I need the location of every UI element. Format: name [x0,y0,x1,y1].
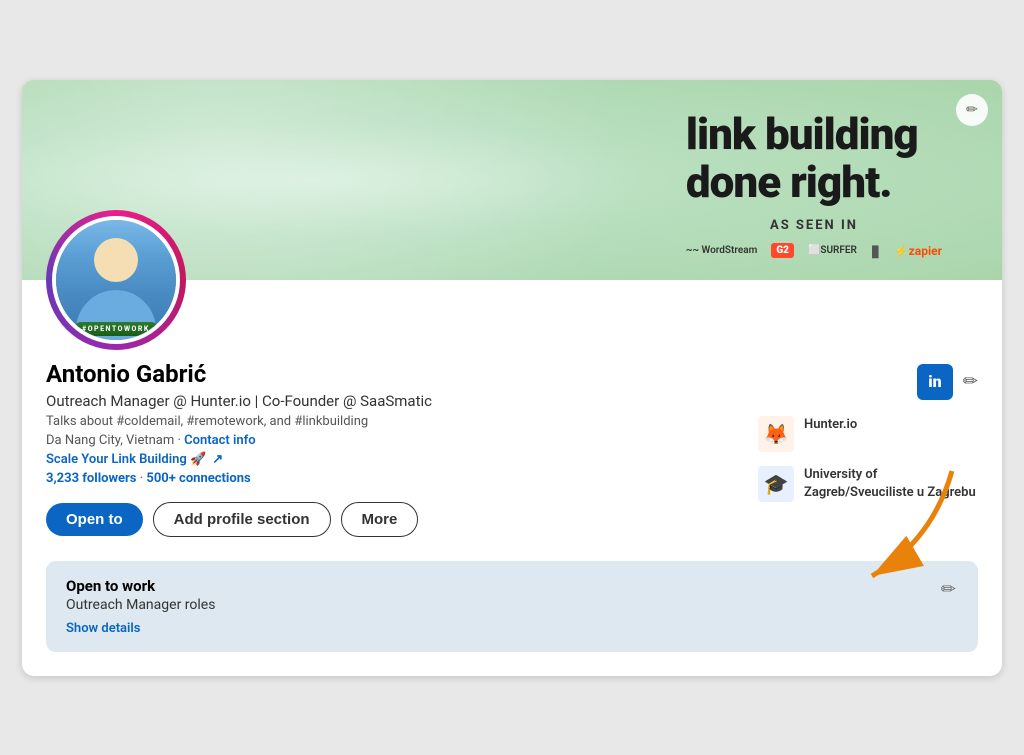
as-seen-in-label: AS SEEN IN [686,218,942,233]
dot-separator: · [140,471,143,486]
university-name: University of Zagreb/Sveuciliste u Zagre… [804,466,978,502]
otw-edit-button[interactable]: ✏ [939,577,958,602]
hunter-name: Hunter.io [804,416,857,434]
add-profile-section-button[interactable]: Add profile section [153,502,331,537]
contact-info-link[interactable]: Contact info [184,433,255,448]
more-button[interactable]: More [341,502,419,537]
connections-count: 500+ connections [146,471,250,486]
profile-card: link building done right. AS SEEN IN ~~ … [22,80,1002,676]
otw-content: Open to work Outreach Manager roles Show… [66,577,215,636]
hunter-logo: 🦊 [758,416,794,452]
profile-followers: 3,233 followers · 500+ connections [46,471,738,486]
avatar-ring: #OPENTOWORK [46,210,186,350]
otw-title: Open to work [66,577,215,595]
brand-logos: ~~ WordStream G2 ⬜SURFER ▮ ⚡zapier [686,241,942,260]
banner-text-area: link building done right. AS SEEN IN ~~ … [686,110,942,261]
followers-count: 3,233 followers [46,471,136,486]
newsletter-link[interactable]: Scale Your Link Building 🚀 [46,452,206,467]
university-logo: 🎓 [758,466,794,502]
profile-name: Antonio Gabrić [46,360,738,388]
open-to-work-badge: #OPENTOWORK [74,322,158,336]
semrush-logo: ▮ [871,241,880,260]
external-link-icon: ↗ [212,452,223,467]
g2-logo: G2 [771,243,794,258]
profile-left: Antonio Gabrić Outreach Manager @ Hunter… [46,360,738,537]
profile-newsletter: Scale Your Link Building 🚀 ↗ [46,452,738,467]
profile-topics: Talks about #coldemail, #remotework, and… [46,414,738,429]
pencil-icon: ✏ [966,101,978,118]
profile-location: Da Nang City, Vietnam · Contact info [46,433,738,448]
profile-right: in ✏ 🦊 Hunter.io 🎓 University of Zagreb/… [758,360,978,537]
open-to-work-section: Open to work Outreach Manager roles Show… [22,561,1002,652]
avatar-inner: #OPENTOWORK [52,216,180,344]
zapier-logo: ⚡zapier [894,244,942,258]
open-to-work-card: Open to work Outreach Manager roles Show… [46,561,978,652]
wordstream-logo: ~~ WordStream [686,245,757,256]
profile-title: Outreach Manager @ Hunter.io | Co-Founde… [46,392,738,410]
profile-actions: Open to Add profile section More [46,502,738,537]
surfer-logo: ⬜SURFER [808,245,857,256]
otw-pencil-icon: ✏ [941,579,956,599]
experience-hunter: 🦊 Hunter.io [758,416,978,452]
linkedin-icon[interactable]: in [917,364,953,400]
avatar-wrapper: #OPENTOWORK [46,210,186,350]
show-details-link[interactable]: Show details [66,621,140,636]
banner-headline: link building done right. [686,110,942,207]
profile-right-header: in ✏ [758,364,978,400]
banner-edit-button[interactable]: ✏ [956,94,988,126]
open-to-button[interactable]: Open to [46,503,143,536]
experience-university: 🎓 University of Zagreb/Sveuciliste u Zag… [758,466,978,502]
profile-edit-icon[interactable]: ✏ [963,371,978,392]
otw-subtitle: Outreach Manager roles [66,597,215,613]
